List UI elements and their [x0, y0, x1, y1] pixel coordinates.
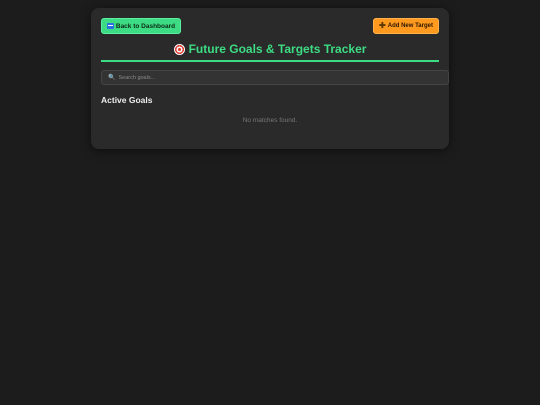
- back-arrow-icon: [106, 23, 114, 29]
- search-icon: 🔍: [108, 75, 116, 81]
- search-input[interactable]: [118, 74, 439, 81]
- page-title-text: Future Goals & Targets Tracker: [188, 42, 367, 56]
- back-button-label: Back to Dashboard: [115, 22, 176, 30]
- back-to-dashboard-button[interactable]: Back to Dashboard: [101, 18, 181, 34]
- search-bar[interactable]: 🔍: [101, 70, 449, 85]
- add-button-label: Add New Target: [387, 23, 433, 29]
- target-icon: [173, 43, 185, 55]
- empty-state-message: No matches found.: [242, 117, 298, 124]
- add-new-target-button[interactable]: ✚ Add New Target: [373, 18, 439, 34]
- title-divider: [101, 60, 439, 62]
- active-goals-heading: Active Goals: [101, 95, 153, 105]
- plus-icon: ✚: [379, 21, 386, 30]
- goals-card: Back to Dashboard ✚ Add New Target Futur…: [91, 8, 449, 149]
- page-title: Future Goals & Targets Tracker: [91, 42, 449, 56]
